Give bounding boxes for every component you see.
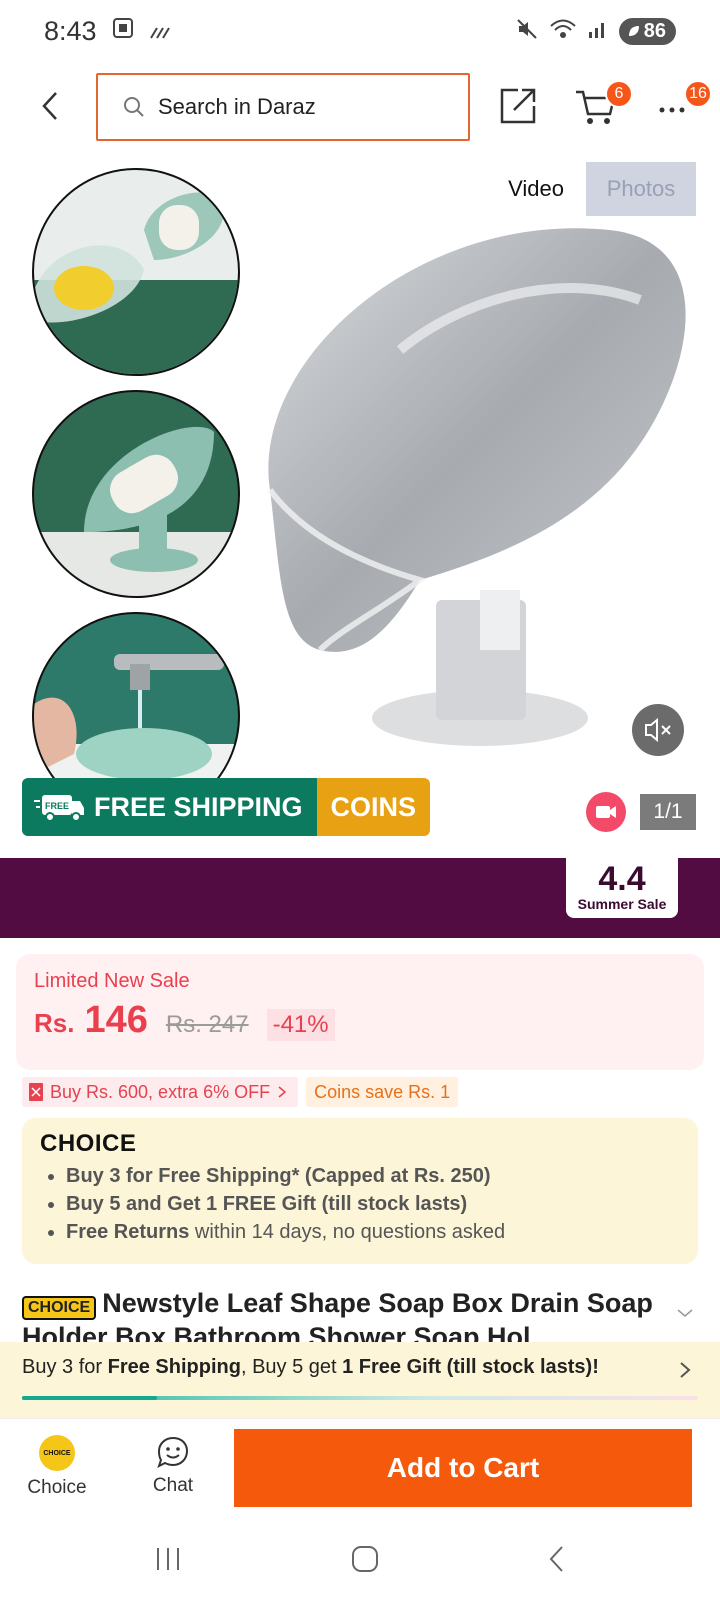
choice-benefit-item: Free Returns within 14 days, no question… (66, 1218, 680, 1246)
voucher-chip[interactable]: Buy Rs. 600, extra 6% OFF (22, 1077, 299, 1107)
system-navigation-bar (0, 1522, 720, 1600)
home-button[interactable] (350, 1544, 380, 1579)
chevron-down-icon (677, 1309, 693, 1317)
chevron-left-icon (42, 92, 57, 120)
free-shipping-label-box: FREE FREE SHIPPING (22, 778, 317, 836)
battery-indicator: 86 (618, 17, 676, 45)
thumbnail-1[interactable] (32, 168, 240, 376)
recents-icon (157, 1547, 180, 1570)
truck-free-tag: FREE (45, 801, 69, 811)
search-placeholder: Search in Daraz (158, 94, 316, 119)
product-media[interactable]: Video Photos FREE FREE SHIPPING COINS 1/… (0, 150, 720, 840)
expand-title-button[interactable] (676, 1306, 694, 1324)
battery-leaf-icon (628, 26, 639, 36)
system-back-button[interactable] (547, 1544, 567, 1579)
voucher-text: Buy Rs. 600, extra 6% OFF (50, 1081, 271, 1102)
choice-title-badge: CHOICE (22, 1295, 97, 1320)
share-button[interactable] (496, 84, 540, 128)
mute-icon (515, 17, 539, 46)
sale-number: 4.4 (598, 860, 646, 898)
sale-text: Summer Sale (577, 896, 667, 912)
media-toggle: Video Photos (486, 162, 696, 216)
product-title: Newstyle Leaf Shape Soap Box Drain Soap … (22, 1288, 653, 1342)
choice-nav-label: Choice (27, 1477, 87, 1498)
choice-nav-button[interactable]: CHOICE Choice (22, 1435, 92, 1499)
home-icon (351, 1545, 378, 1572)
cart-count-badge: 6 (605, 80, 633, 108)
thumbnail-image (34, 426, 238, 596)
chat-nav-label: Chat (152, 1475, 194, 1496)
promo-strip-text: Buy 3 for Free Shipping, Buy 5 get 1 Fre… (22, 1356, 599, 1378)
sale-banner[interactable]: 4.4 Summer Sale (0, 856, 720, 938)
media-indicator: 1/1 (586, 792, 696, 832)
choice-benefits-list: Buy 3 for Free Shipping* (Capped at Rs. … (40, 1162, 680, 1246)
notification-count-badge: 16 (684, 80, 712, 108)
signal-dots-icon (149, 16, 173, 47)
price-discount: -41% (266, 1009, 335, 1041)
status-bar: 8:43 86 (0, 0, 720, 62)
volume-mute-icon (645, 717, 671, 743)
screenshot-icon (111, 16, 135, 47)
add-to-cart-button[interactable]: Add to Cart (234, 1429, 692, 1507)
share-icon (500, 88, 536, 124)
thumbnail-2[interactable] (32, 390, 240, 598)
chevron-right-icon (678, 1360, 692, 1385)
page-indicator: 1/1 (640, 794, 696, 830)
voucher-icon (29, 1083, 43, 1101)
truck-icon: FREE (34, 795, 84, 822)
battery-level: 86 (643, 19, 666, 42)
promo-row: Buy Rs. 600, extra 6% OFF Coins save Rs.… (22, 1077, 459, 1107)
summer-sale-badge: 4.4 Summer Sale (566, 856, 678, 918)
choice-logo-icon: CHOICE (39, 1435, 75, 1471)
chat-icon (157, 1436, 189, 1468)
search-icon (124, 97, 144, 117)
price-box: Limited New Sale Rs. 146 Rs. 247 -41% (16, 954, 704, 1070)
tab-video[interactable]: Video (486, 162, 586, 216)
tab-photos[interactable]: Photos (586, 162, 696, 216)
coins-chip[interactable]: Coins save Rs. 1 (306, 1077, 459, 1107)
wifi-icon (549, 17, 577, 46)
status-left: 8:43 (44, 16, 173, 47)
video-mute-button[interactable] (632, 704, 684, 756)
bottom-action-bar: CHOICE Choice Chat Add to Cart (0, 1418, 720, 1518)
price-label: Limited New Sale (34, 970, 190, 992)
back-arrow-icon (549, 1545, 563, 1572)
price-row: Rs. 146 Rs. 247 -41% (34, 999, 686, 1042)
free-shipping-text: FREE SHIPPING (94, 791, 303, 822)
price-currency: Rs. (34, 1008, 75, 1038)
coins-label: COINS (316, 778, 431, 836)
chevron-right-icon (278, 1086, 287, 1098)
video-camera-icon[interactable] (586, 792, 626, 832)
choice-promo-strip[interactable]: Buy 3 for Free Shipping, Buy 5 get 1 Fre… (0, 1342, 720, 1418)
promo-progress-track (22, 1396, 698, 1400)
choice-benefit-item: Buy 3 for Free Shipping* (Capped at Rs. … (66, 1162, 680, 1190)
choice-benefit-item: Buy 5 and Get 1 FREE Gift (till stock la… (66, 1190, 680, 1218)
recent-apps-button[interactable] (153, 1545, 183, 1578)
thumbnail-image (34, 192, 238, 374)
free-shipping-badge: FREE FREE SHIPPING COINS (22, 778, 431, 836)
status-time: 8:43 (44, 15, 97, 46)
cell-signal-icon (587, 18, 609, 45)
price-current: 146 (84, 999, 148, 1041)
promo-progress-fill (22, 1396, 158, 1400)
price-original: Rs. 247 (165, 1011, 249, 1038)
choice-logo: CHOICE (40, 1130, 137, 1157)
status-right: 86 (515, 17, 676, 46)
search-input[interactable]: Search in Daraz (96, 73, 470, 141)
product-title-row[interactable]: CHOICE Newstyle Leaf Shape Soap Box Drain… (22, 1286, 682, 1342)
back-button[interactable] (32, 88, 68, 124)
choice-benefits-box[interactable]: CHOICE Buy 3 for Free Shipping* (Capped … (22, 1118, 698, 1264)
chat-nav-button[interactable]: Chat (138, 1435, 208, 1497)
